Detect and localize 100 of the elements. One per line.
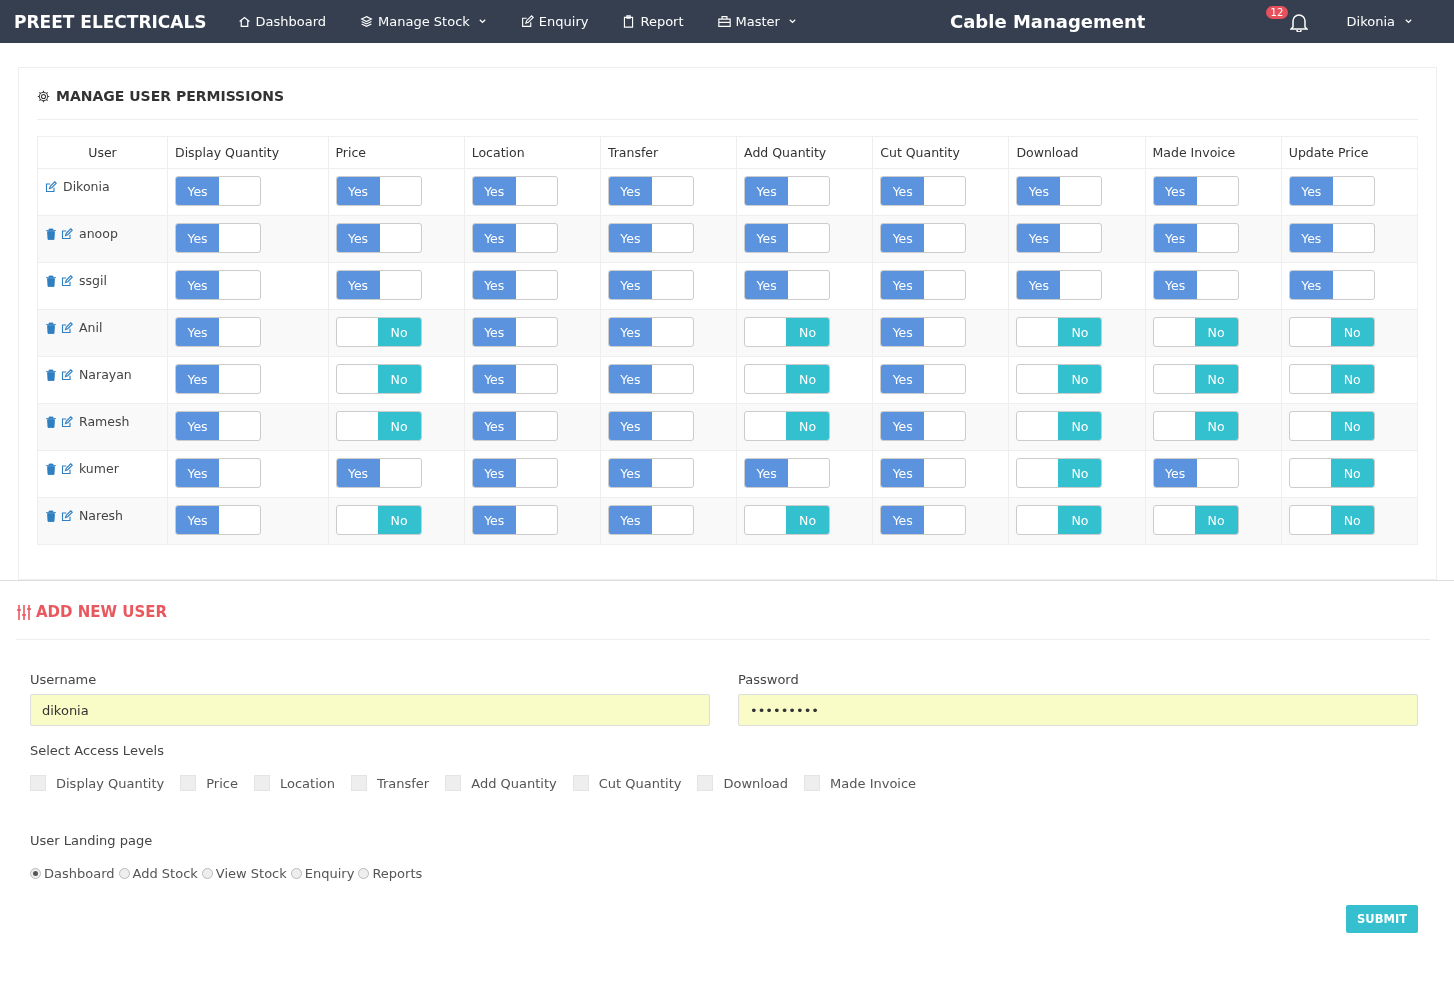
yes-no-toggle[interactable]: Yes xyxy=(471,270,558,300)
yes-no-toggle[interactable]: Yes xyxy=(175,223,261,253)
access-checkbox[interactable]: Location xyxy=(253,775,335,791)
access-checkbox[interactable]: Display Quantity xyxy=(30,775,165,791)
yes-no-toggle[interactable]: Yes xyxy=(607,317,694,347)
yes-no-toggle[interactable]: Yes xyxy=(880,364,967,394)
yes-no-toggle[interactable]: Yes xyxy=(744,270,831,300)
edit-icon[interactable] xyxy=(61,509,73,522)
yes-no-toggle[interactable]: Yes xyxy=(175,270,261,300)
trash-icon[interactable] xyxy=(45,274,57,287)
nav-link[interactable]: Manage Stock xyxy=(343,14,504,29)
yes-no-toggle[interactable]: Yes xyxy=(880,411,967,441)
yes-no-toggle[interactable]: No xyxy=(1016,317,1103,347)
yes-no-toggle[interactable]: Yes xyxy=(335,176,422,206)
landing-radio[interactable]: Reports xyxy=(358,866,423,881)
yes-no-toggle[interactable]: Yes xyxy=(1016,270,1103,300)
yes-no-toggle[interactable]: Yes xyxy=(744,223,831,253)
access-checkbox[interactable]: Made Invoice xyxy=(804,775,917,791)
yes-no-toggle[interactable]: Yes xyxy=(607,458,694,488)
yes-no-toggle[interactable]: Yes xyxy=(1288,176,1375,206)
yes-no-toggle[interactable]: Yes xyxy=(335,270,422,300)
yes-no-toggle[interactable]: No xyxy=(744,364,831,394)
edit-icon[interactable] xyxy=(61,321,73,334)
yes-no-toggle[interactable]: No xyxy=(335,364,422,394)
yes-no-toggle[interactable]: Yes xyxy=(335,223,422,253)
yes-no-toggle[interactable]: Yes xyxy=(1152,223,1239,253)
yes-no-toggle[interactable]: Yes xyxy=(1288,270,1375,300)
yes-no-toggle[interactable]: Yes xyxy=(607,270,694,300)
access-checkbox[interactable]: Transfer xyxy=(350,775,430,791)
yes-no-toggle[interactable]: Yes xyxy=(471,458,558,488)
access-checkbox[interactable]: Download xyxy=(697,775,789,791)
landing-radio[interactable]: Enquiry xyxy=(290,866,355,881)
access-checkbox[interactable]: Cut Quantity xyxy=(572,775,682,791)
yes-no-toggle[interactable]: Yes xyxy=(1288,223,1375,253)
yes-no-toggle[interactable]: No xyxy=(1152,317,1239,347)
yes-no-toggle[interactable]: Yes xyxy=(744,458,831,488)
yes-no-toggle[interactable]: Yes xyxy=(1016,223,1103,253)
yes-no-toggle[interactable]: Yes xyxy=(744,176,831,206)
yes-no-toggle[interactable]: Yes xyxy=(880,270,967,300)
yes-no-toggle[interactable]: Yes xyxy=(880,223,967,253)
yes-no-toggle[interactable]: Yes xyxy=(175,458,261,488)
username-field[interactable]: dikonia xyxy=(30,694,710,726)
yes-no-toggle[interactable]: No xyxy=(1288,364,1375,394)
yes-no-toggle[interactable]: No xyxy=(1288,505,1375,535)
yes-no-toggle[interactable]: No xyxy=(1152,505,1239,535)
yes-no-toggle[interactable]: Yes xyxy=(880,317,967,347)
yes-no-toggle[interactable]: Yes xyxy=(471,411,558,441)
yes-no-toggle[interactable]: No xyxy=(744,505,831,535)
yes-no-toggle[interactable]: Yes xyxy=(1016,176,1103,206)
edit-icon[interactable] xyxy=(61,462,73,475)
yes-no-toggle[interactable]: Yes xyxy=(607,505,694,535)
yes-no-toggle[interactable]: No xyxy=(1152,411,1239,441)
yes-no-toggle[interactable]: Yes xyxy=(471,317,558,347)
yes-no-toggle[interactable]: Yes xyxy=(1152,458,1239,488)
trash-icon[interactable] xyxy=(45,368,57,381)
edit-icon[interactable] xyxy=(61,415,73,428)
yes-no-toggle[interactable]: Yes xyxy=(1152,176,1239,206)
nav-link[interactable]: Dashboard xyxy=(220,14,344,29)
yes-no-toggle[interactable]: No xyxy=(1016,411,1103,441)
yes-no-toggle[interactable]: Yes xyxy=(471,176,558,206)
edit-icon[interactable] xyxy=(61,227,73,240)
trash-icon[interactable] xyxy=(45,462,57,475)
user-menu[interactable]: Dikonia xyxy=(1329,14,1430,29)
yes-no-toggle[interactable]: Yes xyxy=(880,176,967,206)
trash-icon[interactable] xyxy=(45,509,57,522)
access-checkbox[interactable]: Price xyxy=(180,775,238,791)
yes-no-toggle[interactable]: Yes xyxy=(175,317,261,347)
submit-button[interactable]: SUBMIT xyxy=(1346,905,1418,933)
yes-no-toggle[interactable]: No xyxy=(1288,317,1375,347)
landing-radio[interactable]: View Stock xyxy=(201,866,287,881)
yes-no-toggle[interactable]: Yes xyxy=(607,223,694,253)
yes-no-toggle[interactable]: Yes xyxy=(607,176,694,206)
yes-no-toggle[interactable]: No xyxy=(1288,458,1375,488)
trash-icon[interactable] xyxy=(45,227,57,240)
yes-no-toggle[interactable]: Yes xyxy=(175,505,261,535)
yes-no-toggle[interactable]: Yes xyxy=(880,458,967,488)
yes-no-toggle[interactable]: No xyxy=(1152,364,1239,394)
nav-link[interactable]: Report xyxy=(605,14,701,29)
landing-radio[interactable]: Add Stock xyxy=(118,866,198,881)
access-checkbox[interactable]: Add Quantity xyxy=(445,775,557,791)
edit-icon[interactable] xyxy=(61,274,73,287)
yes-no-toggle[interactable]: Yes xyxy=(607,411,694,441)
yes-no-toggle[interactable]: No xyxy=(1016,458,1103,488)
yes-no-toggle[interactable]: Yes xyxy=(607,364,694,394)
yes-no-toggle[interactable]: No xyxy=(1016,505,1103,535)
yes-no-toggle[interactable]: No xyxy=(1288,411,1375,441)
bell-icon[interactable] xyxy=(1289,11,1308,32)
password-field[interactable]: ••••••••• xyxy=(738,694,1418,726)
yes-no-toggle[interactable]: Yes xyxy=(335,458,422,488)
nav-link[interactable]: Enquiry xyxy=(503,14,606,29)
yes-no-toggle[interactable]: No xyxy=(335,411,422,441)
edit-icon[interactable] xyxy=(45,180,57,193)
landing-radio[interactable]: Dashboard xyxy=(30,866,115,881)
yes-no-toggle[interactable]: Yes xyxy=(471,505,558,535)
yes-no-toggle[interactable]: Yes xyxy=(471,364,558,394)
yes-no-toggle[interactable]: Yes xyxy=(175,411,261,441)
yes-no-toggle[interactable]: No xyxy=(744,317,831,347)
yes-no-toggle[interactable]: Yes xyxy=(1152,270,1239,300)
trash-icon[interactable] xyxy=(45,321,57,334)
trash-icon[interactable] xyxy=(45,415,57,428)
